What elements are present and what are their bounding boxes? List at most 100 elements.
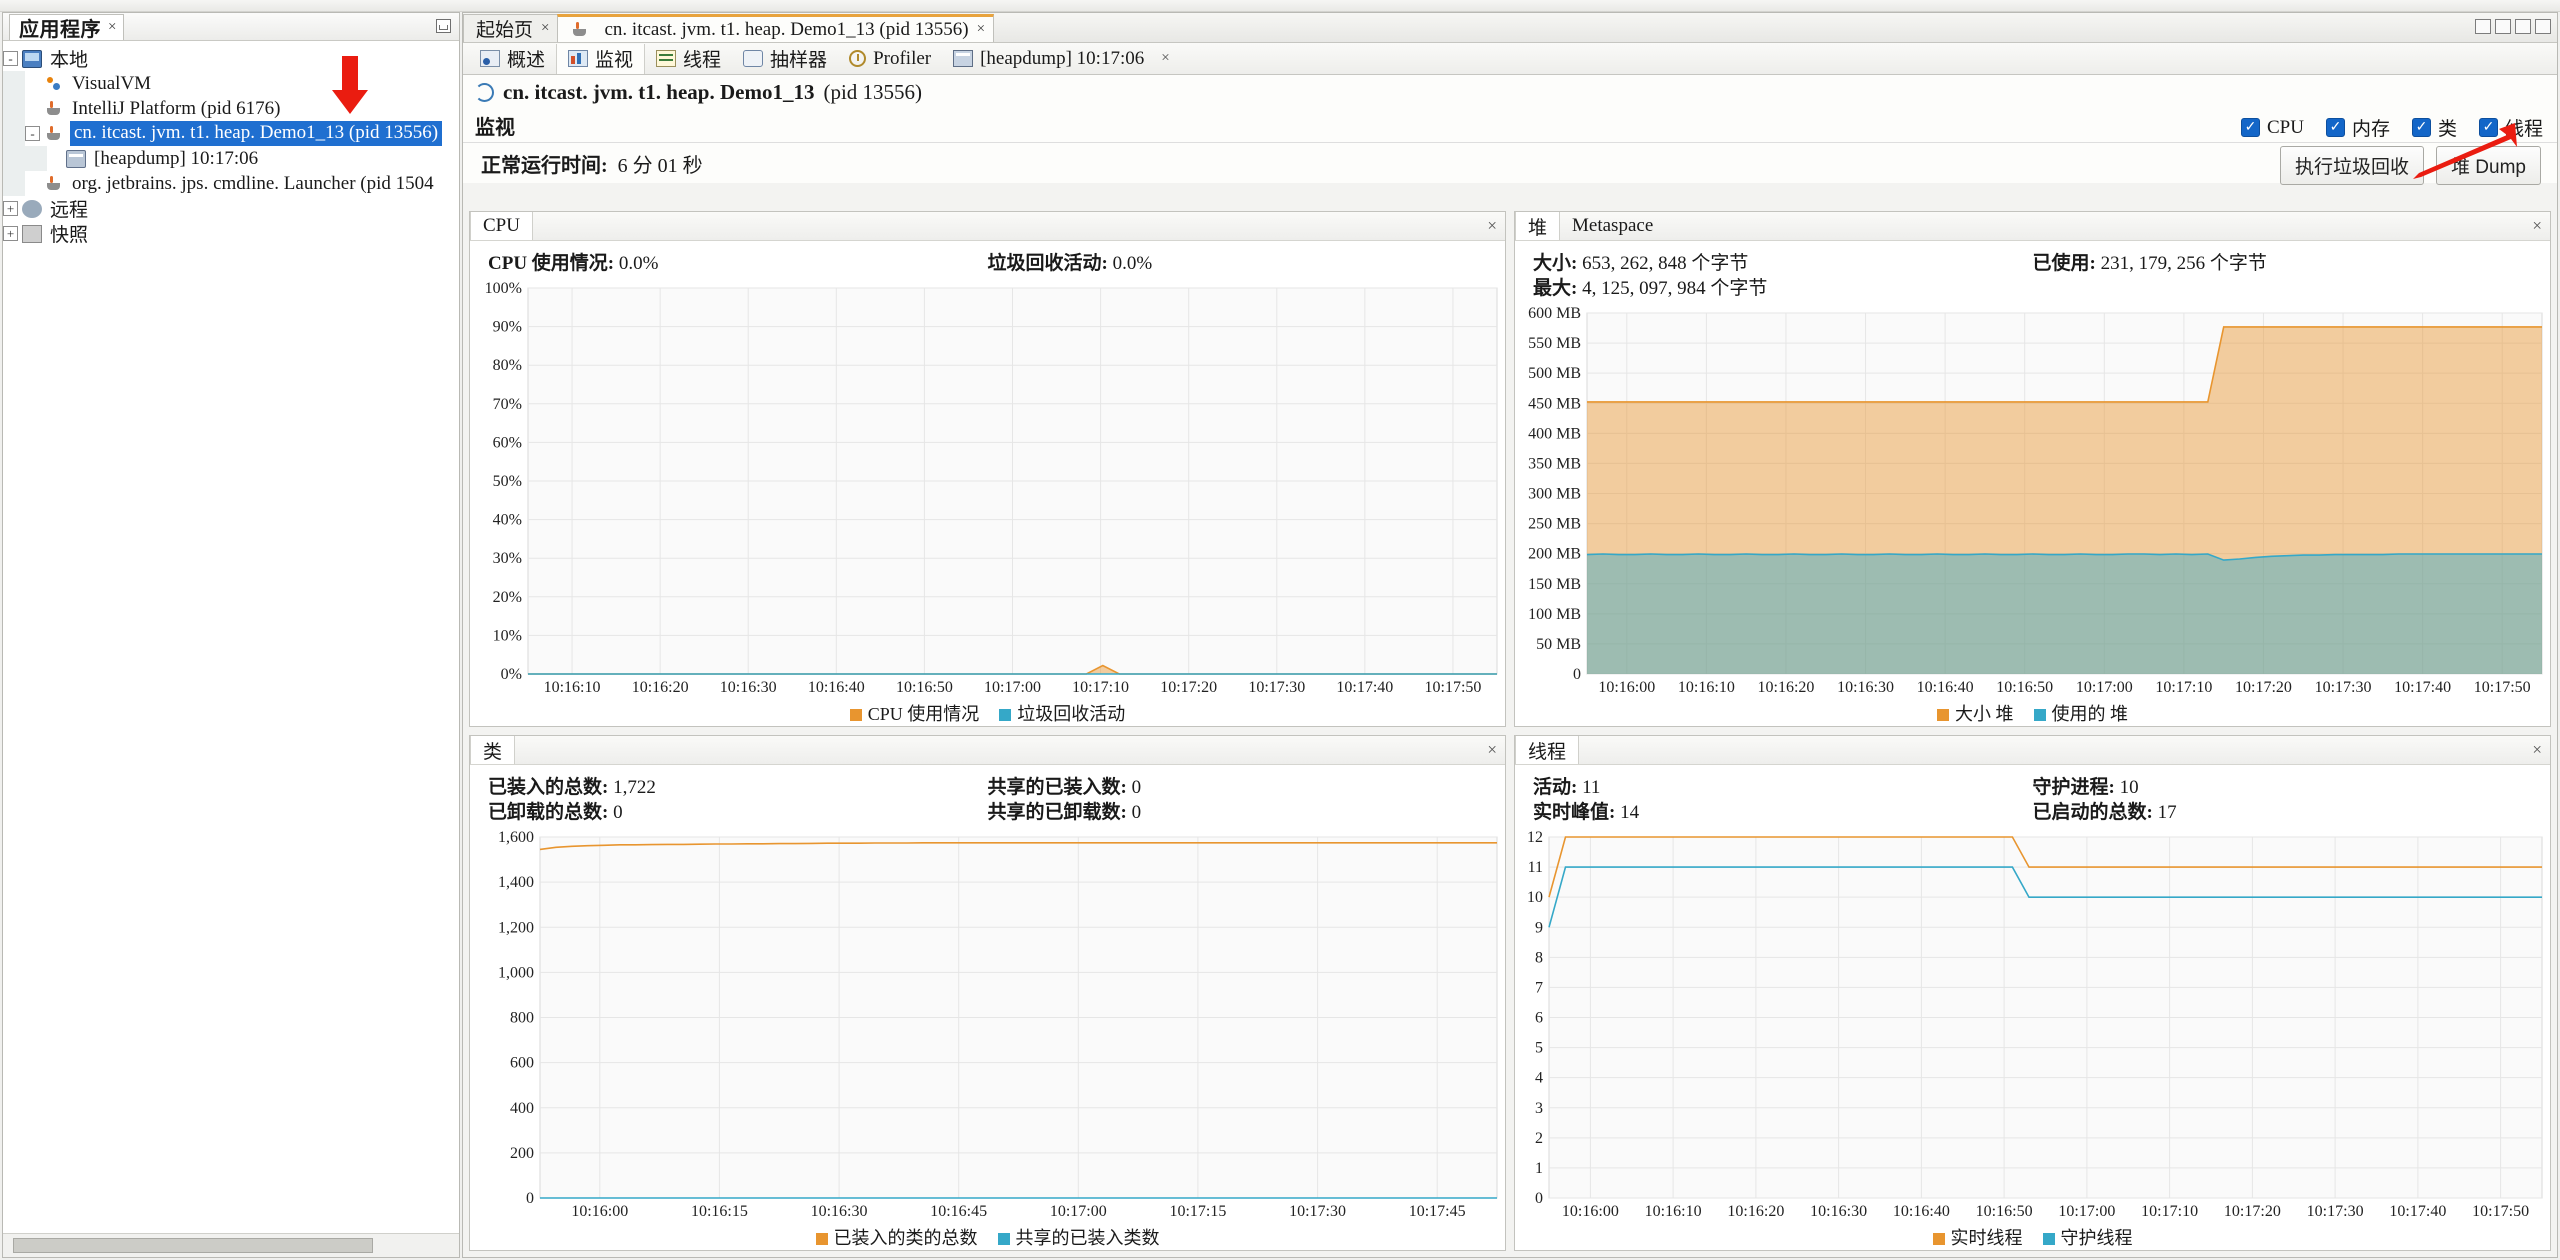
tree-node-label: 快照 (50, 225, 89, 246)
heap-panel-header[interactable]: 堆 Metaspace × (1515, 212, 2550, 241)
chart-toggle[interactable]: ✓ CPU (2240, 117, 2304, 139)
process-title: cn. itcast. jvm. t1. heap. Demo1_13 (503, 79, 815, 104)
daemon-threads-value: 10 (2119, 777, 2139, 798)
tree-node[interactable]: IntelliJ Platform (pid 6176) (3, 96, 459, 121)
y-tick-label: 250 MB (1528, 516, 1581, 533)
tree-expander-icon[interactable]: + (3, 226, 18, 241)
classes-plot[interactable]: 0 200 400 600 800 1,000 1,200 1,400 1,600 10:16:0… (470, 829, 1505, 1224)
threads-plot[interactable]: 0 1 2 3 4 5 6 7 8 9 10 11 12 10:16:00 10:16:10 10:16:20… (1515, 829, 2550, 1224)
heap-panel: 堆 Metaspace × 大小: 653, 262, 848 个字节 最大: 4,… (1514, 211, 2551, 727)
refresh-icon (475, 82, 494, 102)
tree-expander-icon[interactable]: + (3, 201, 18, 216)
close-icon[interactable]: × (977, 21, 985, 38)
cpu-stats: CPU 使用情况: 0.0% 垃圾回收活动: 0.0% (470, 241, 1505, 280)
tree-expander-icon[interactable]: - (3, 51, 18, 66)
sub-tab-label: Profiler (873, 47, 932, 69)
window-controls[interactable] (2475, 19, 2551, 34)
main-tab[interactable]: cn. itcast. jvm. t1. heap. Demo1_13 (pid… (557, 14, 995, 42)
close-icon[interactable]: × (1487, 740, 1497, 760)
red-arrow-annotation-1 (332, 56, 368, 114)
y-tick-label: 20% (493, 589, 522, 606)
sub-tab[interactable]: [heapdump] 10:17:06 × (942, 44, 1181, 74)
legend-entry: 实时线程 (1932, 1224, 2023, 1250)
shared-unloaded-value: 0 (1131, 802, 1142, 823)
sub-tab[interactable]: Profiler (838, 44, 942, 74)
x-tick-label: 10:16:30 (720, 679, 777, 696)
close-icon[interactable]: × (108, 19, 117, 36)
y-tick-label: 40% (493, 512, 522, 529)
y-tick-label: 3 (1535, 1100, 1543, 1117)
heap-panel-tab[interactable]: Metaspace (1560, 212, 1665, 240)
x-tick-label: 10:17:50 (2472, 1203, 2529, 1220)
main-tab[interactable]: 起始页 × (463, 14, 559, 42)
chart-toggle-label: 内存 (2351, 119, 2390, 140)
process-pid: (pid 13556) (823, 79, 923, 104)
scrollbar-thumb[interactable] (13, 1238, 373, 1253)
y-tick-label: 90% (493, 319, 522, 336)
horizontal-scrollbar[interactable] (3, 1233, 459, 1257)
tab-applications[interactable]: 应用程序 × (9, 13, 124, 41)
close-icon[interactable]: × (2532, 740, 2542, 760)
applications-tree[interactable]: - 本地 VisualVM IntelliJ Platform (pid 6176) -… (3, 42, 459, 1227)
x-tick-label: 10:17:40 (2389, 1203, 2446, 1220)
tree-node[interactable]: [heapdump] 10:17:06 (3, 146, 459, 171)
sub-tab-label: 抽样器 (770, 50, 828, 71)
y-tick-label: 600 MB (1528, 305, 1581, 322)
x-tick-label: 10:17:30 (2307, 1203, 2364, 1220)
tree-node[interactable]: + 快照 (3, 221, 459, 246)
monitor-header: 监视 ✓ CPU ✓ 内存 ✓ 类 ✓ 线程 (463, 109, 2557, 143)
check-icon[interactable]: ✓ (2325, 118, 2345, 137)
x-tick-label: 10:17:10 (1072, 679, 1129, 696)
tree-node[interactable]: VisualVM (3, 71, 459, 96)
main-tab-label: cn. itcast. jvm. t1. heap. Demo1_13 (pid… (604, 18, 969, 40)
sub-tab[interactable]: 概述 (469, 44, 556, 74)
sub-tab[interactable]: 监视 (556, 43, 646, 74)
sub-tab[interactable]: 抽样器 (732, 44, 838, 74)
heap-chart: 0 50 MB 100 MB 150 MB 200 MB 250 MB 300 MB 350 … (1528, 305, 2543, 696)
close-icon[interactable]: × (541, 20, 549, 37)
sub-tab-label: 监视 (595, 50, 634, 71)
x-tick-label: 10:17:40 (1336, 679, 1393, 696)
perform-gc-button[interactable]: 执行垃圾回收 (2280, 146, 2425, 185)
x-tick-label: 10:16:50 (1996, 679, 2053, 696)
y-tick-label: 9 (1535, 919, 1543, 936)
tree-node[interactable]: + 远程 (3, 196, 459, 221)
close-icon[interactable]: × (1161, 50, 1169, 67)
prev-icon[interactable] (2475, 19, 2491, 34)
x-tick-label: 10:17:00 (984, 679, 1041, 696)
close-icon[interactable]: × (1487, 216, 1497, 236)
legend-entry: 已装入的类的总数 (815, 1224, 978, 1250)
x-tick-label: 10:16:20 (1758, 679, 1815, 696)
heap-plot[interactable]: 0 50 MB 100 MB 150 MB 200 MB 250 MB 300 MB 350 … (1515, 305, 2550, 700)
chart-toggle[interactable]: ✓ 内存 (2325, 114, 2390, 141)
close-icon[interactable] (2535, 19, 2551, 34)
sub-tab[interactable]: 线程 (645, 44, 732, 74)
legend-label: 大小 堆 (1955, 704, 2014, 724)
x-tick-label: 10:16:00 (571, 1203, 628, 1220)
heap-panel-tab[interactable]: 堆 (1515, 212, 1561, 240)
legend-swatch (2033, 709, 2046, 721)
maximize-icon[interactable] (2515, 19, 2531, 34)
check-icon[interactable]: ✓ (2240, 118, 2260, 137)
y-tick-label: 800 (510, 1010, 534, 1027)
legend-label: CPU 使用情况 (867, 704, 980, 724)
minimize-icon[interactable] (436, 19, 451, 33)
tree-expander-icon[interactable]: - (25, 126, 40, 141)
thread-icon (656, 50, 677, 67)
tree-node[interactable]: - 本地 (3, 46, 459, 71)
next-icon[interactable] (2495, 19, 2511, 34)
legend-entry: CPU 使用情况 (849, 700, 980, 726)
cpu-plot[interactable]: 0% 10% 20% 30% 40% 50% 60% 70% 80% 90% 100% 10:16:1… (470, 280, 1505, 700)
y-tick-label: 0 (1535, 1190, 1543, 1207)
sub-tabbar[interactable]: 概述 监视 线程 抽样器 Profiler [heapdump] 10:17:06 × (463, 43, 2557, 75)
tree-node[interactable]: org. jetbrains. jps. cmdline. Launcher (… (3, 171, 459, 196)
tree-node-label: cn. itcast. jvm. t1. heap. Demo1_13 (pid… (70, 121, 443, 146)
legend-label: 已装入的类的总数 (833, 1228, 978, 1248)
uptime-label: 正常运行时间: (481, 154, 608, 177)
tree-node[interactable]: - cn. itcast. jvm. t1. heap. Demo1_13 (pi… (3, 121, 459, 146)
close-icon[interactable]: × (2532, 216, 2542, 236)
uptime-value: 6 分 01 秒 (617, 154, 703, 177)
java-icon (44, 175, 64, 193)
main-tabbar[interactable]: 起始页 × cn. itcast. jvm. t1. heap. Demo1_13 … (463, 13, 2557, 43)
legend-entry: 大小 堆 (1937, 700, 2014, 726)
